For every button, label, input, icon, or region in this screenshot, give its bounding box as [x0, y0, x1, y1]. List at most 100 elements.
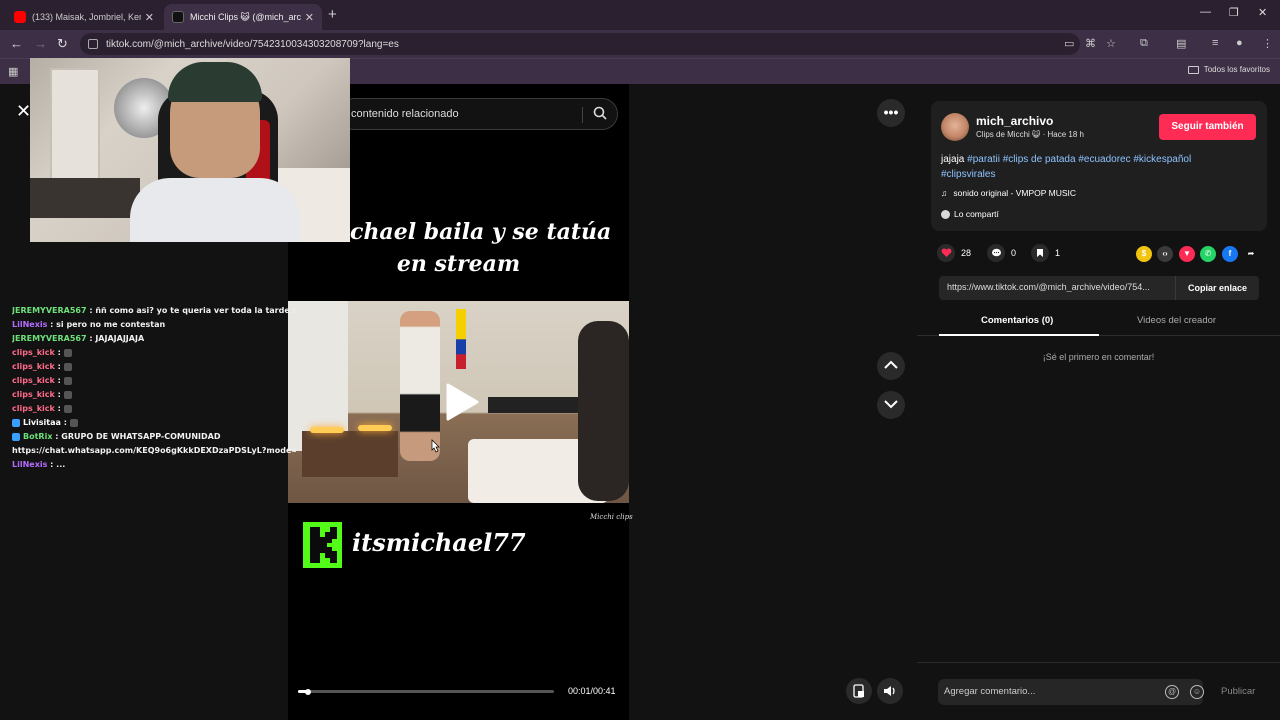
close-window-icon[interactable]: ✕ [1258, 6, 1267, 19]
like-button[interactable]: 28 [937, 244, 971, 262]
chat-text: : [57, 404, 61, 413]
chat-username[interactable]: BotRix [23, 432, 52, 441]
media-icon[interactable]: ≡ [1212, 37, 1218, 49]
chevron-down-icon [884, 400, 898, 409]
whatsapp-icon[interactable]: ✆ [1200, 246, 1216, 262]
chat-emote-icon [63, 390, 72, 399]
chevron-up-icon [884, 360, 898, 369]
hashtags[interactable]: #paratii #clips de patada #ecuadorec #ki… [941, 154, 1191, 180]
chat-emote-icon [63, 362, 72, 371]
video-time: 00:01/00:41 [568, 686, 616, 696]
chat-message: JEREMYVERA567 : ññ como asi? yo te queri… [12, 304, 296, 318]
kick-channel-name: itsmichael77 [352, 528, 526, 557]
browser-tab-tiktok[interactable]: Micchi Clips 😺 (@mich_archiv ✕ [164, 4, 322, 30]
bookmark-icon [1031, 244, 1049, 262]
watermark: Micchi clips [590, 513, 633, 521]
browser-tab-youtube[interactable]: (133) Maisak, Jombriel, Kensel ✕ [6, 4, 162, 30]
chat-username[interactable]: LilNexis [12, 460, 47, 469]
chat-message: https://chat.whatsapp.com/KEQ9o6gKkkDEXD… [12, 444, 296, 458]
folder-icon [1187, 65, 1199, 74]
cast-icon[interactable]: ▭ [1064, 37, 1074, 50]
copy-link-button[interactable]: Copiar enlace [1175, 276, 1259, 300]
menu-icon[interactable]: ⋮ [1262, 37, 1273, 50]
bookmarks-label: Todos los favoritos [1203, 65, 1270, 74]
tiktok-icon [172, 11, 184, 23]
chat-username[interactable]: LilNexis [12, 320, 47, 329]
chat-message: BotRix : GRUPO DE WHATSAPP-COMUNIDAD [12, 430, 296, 444]
play-icon[interactable] [444, 382, 480, 422]
chat-username[interactable]: clips_kick [12, 348, 55, 357]
chat-message: clips_kick : [12, 346, 296, 360]
next-video-button[interactable] [877, 391, 905, 419]
sidepanel-icon[interactable]: ▤ [1176, 37, 1186, 50]
avatar[interactable] [941, 113, 969, 141]
forward-icon[interactable]: → [34, 36, 47, 51]
link-box: https://www.tiktok.com/@mich_archive/vid… [939, 276, 1259, 300]
back-icon[interactable]: ← [10, 36, 23, 51]
site-info-icon[interactable] [88, 39, 98, 49]
pip-icon [853, 684, 864, 698]
heart-icon [937, 244, 955, 262]
tab-title: (133) Maisak, Jombriel, Kensel [32, 12, 141, 22]
gaming-chair [578, 321, 629, 501]
chat-username[interactable]: clips_kick [12, 390, 55, 399]
extensions-icon[interactable]: ⧉ [1140, 37, 1148, 50]
minimize-icon[interactable]: — [1200, 6, 1211, 18]
tab-comments[interactable]: Comentarios (0) [981, 315, 1053, 326]
chat-username[interactable]: JEREMYVERA567 [12, 306, 87, 315]
translate-icon[interactable]: ⌘ [1085, 37, 1096, 50]
all-bookmarks-button[interactable]: Todos los favoritos [1187, 65, 1270, 74]
previous-video-button[interactable] [877, 352, 905, 380]
more-options-button[interactable]: ••• [877, 99, 905, 127]
chat-username[interactable]: clips_kick [12, 362, 55, 371]
mention-icon[interactable]: @ [1165, 685, 1179, 699]
reload-icon[interactable]: ↻ [57, 36, 68, 52]
chat-message: clips_kick : [12, 374, 296, 388]
close-video-icon[interactable]: ✕ [16, 101, 31, 122]
chat-username[interactable]: clips_kick [12, 376, 55, 385]
comment-icon [987, 244, 1005, 262]
empty-comments-message: ¡Sé el primero en comentar! [1042, 352, 1155, 362]
tab-creator-videos[interactable]: Videos del creador [1137, 315, 1216, 326]
apps-grid-icon[interactable]: ▦ [8, 65, 18, 78]
sound-link[interactable]: ♫ sonido original - VMPOP MUSIC [941, 188, 1076, 198]
url-input[interactable]: tiktok.com/@mich_archive/video/754231003… [80, 33, 1080, 55]
chat-username[interactable]: JEREMYVERA567 [12, 334, 87, 343]
close-tab-icon[interactable]: ✕ [305, 11, 314, 24]
emoji-icon[interactable]: ☺ [1190, 685, 1204, 699]
chat-text: : JAJAJAJJAJA [89, 334, 145, 343]
username[interactable]: mich_archivo [976, 114, 1053, 128]
close-tab-icon[interactable]: ✕ [145, 11, 154, 24]
facebook-icon[interactable]: f [1222, 246, 1238, 262]
coin-icon[interactable]: $ [1136, 246, 1152, 262]
comment-input[interactable]: Agregar comentario... [938, 679, 1203, 705]
chat-username[interactable]: Livisitaa [23, 418, 61, 427]
shared-indicator: Lo compartí [941, 209, 999, 219]
maximize-icon[interactable]: ❐ [1229, 6, 1239, 19]
volume-button[interactable] [877, 678, 903, 704]
star-icon[interactable]: ☆ [1106, 37, 1116, 50]
search-icon[interactable] [593, 106, 607, 120]
browser-tabbar: (133) Maisak, Jombriel, Kensel ✕ Micchi … [0, 0, 1280, 30]
profile-icon[interactable]: ● [1236, 37, 1243, 49]
progress-handle[interactable] [305, 688, 312, 695]
embed-icon[interactable]: ‹› [1157, 246, 1173, 262]
comment-button[interactable]: 0 [987, 244, 1016, 262]
music-note-icon: ♫ [941, 188, 948, 198]
save-button[interactable]: 1 [1031, 244, 1060, 262]
related-search-input[interactable]: contenido relacionado [338, 98, 618, 130]
new-tab-button[interactable]: + [328, 6, 337, 23]
send-icon[interactable]: ▼ [1179, 246, 1195, 262]
video-progress-bar[interactable] [298, 688, 554, 695]
pip-button[interactable] [846, 678, 872, 704]
desk [302, 431, 398, 477]
chat-username[interactable]: clips_kick [12, 404, 55, 413]
follow-button[interactable]: Seguir también [1159, 114, 1256, 140]
video-description: jajaja #paratii #clips de patada #ecuado… [941, 152, 1241, 182]
post-button[interactable]: Publicar [1221, 686, 1255, 697]
chat-message: LilNexis : ... [12, 458, 296, 472]
save-count: 1 [1055, 248, 1061, 258]
video-link[interactable]: https://www.tiktok.com/@mich_archive/vid… [947, 282, 1171, 292]
share-icon[interactable]: ➦ [1243, 246, 1259, 262]
chat-message: Livisitaa : [12, 416, 296, 430]
